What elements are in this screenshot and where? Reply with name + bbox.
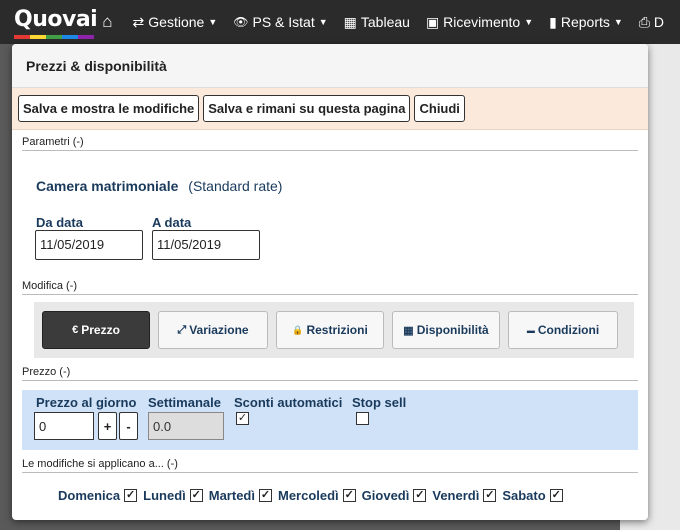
modify-tabs: € Prezzo ⤢ Variazione 🔒 Restrizioni ▦ Di…: [34, 302, 634, 358]
weekly-input: 0.0: [148, 412, 224, 440]
euro-icon: €: [72, 324, 79, 336]
nav-label: PS & Istat: [252, 14, 315, 30]
top-navbar: Quovai ⌂ ⇄ Gestione ▼ 👁 PS & Istat ▼ ▦ T…: [0, 0, 680, 44]
day-checkbox[interactable]: ✓: [258, 489, 272, 502]
tab-restrizioni[interactable]: 🔒 Restrizioni: [276, 311, 384, 349]
day-giovedi[interactable]: Giovedì ✓: [362, 488, 427, 503]
nav-label: Gestione: [148, 14, 205, 30]
comment-icon: ▬: [526, 325, 535, 335]
to-date-input[interactable]: 11/05/2019: [152, 230, 260, 260]
tab-prezzo[interactable]: € Prezzo: [42, 311, 150, 349]
day-sabato[interactable]: Sabato ✓: [502, 488, 563, 503]
prezzo-section-toggle[interactable]: Prezzo (-): [22, 366, 638, 381]
day-label: Sabato: [502, 488, 546, 503]
auto-discount-label: Sconti automatici: [234, 395, 343, 410]
modal-toolbar: Salva e mostra le modifiche Salva e rima…: [12, 88, 648, 130]
day-checkbox[interactable]: ✓: [342, 489, 356, 502]
room-name: Camera matrimoniale: [36, 178, 179, 194]
to-date-label: A data: [152, 215, 192, 230]
modifica-section-toggle[interactable]: Modifica (-): [22, 280, 638, 295]
price-per-day-input[interactable]: 0: [34, 412, 94, 440]
parametri-section-toggle[interactable]: Parametri (-): [22, 136, 638, 151]
rate-name: (Standard rate): [188, 178, 283, 194]
nav-label: Tableau: [360, 14, 410, 30]
day-checkbox[interactable]: ✓: [549, 489, 563, 502]
stop-sell-checkbox[interactable]: [356, 412, 369, 425]
nav-print-truncated[interactable]: ⎙ D: [639, 14, 664, 31]
price-panel: Prezzo al giorno 0 + - Settimanale 0.0 S…: [22, 390, 638, 450]
logo-stripe: [30, 35, 46, 39]
day-label: Venerdì: [432, 488, 480, 503]
logo[interactable]: Quovai: [12, 5, 98, 39]
nav-label: Reports: [560, 14, 610, 30]
close-button[interactable]: Chiudi: [414, 95, 465, 122]
logo-text: Quovai: [14, 7, 98, 32]
tab-disponibilita[interactable]: ▦ Disponibilità: [392, 311, 500, 349]
nav-reports[interactable]: ▮ Reports ▼: [549, 14, 623, 31]
stop-sell-label: Stop sell: [352, 395, 407, 410]
day-label: Lunedì: [143, 488, 186, 503]
decrement-button[interactable]: -: [119, 412, 138, 440]
swap-icon: ⇄: [132, 13, 145, 30]
caret-down-icon: ▼: [208, 17, 218, 27]
day-domenica[interactable]: Domenica ✓: [58, 488, 138, 503]
logo-color-bar: [14, 35, 94, 39]
home-icon: ⌂: [102, 12, 113, 31]
nav-gestione[interactable]: ⇄ Gestione ▼: [133, 14, 218, 31]
day-checkbox[interactable]: ✓: [483, 489, 497, 502]
logo-stripe: [62, 35, 78, 39]
nav-home[interactable]: ⌂: [102, 12, 116, 32]
from-date-label: Da data: [36, 215, 83, 230]
nav-tableau[interactable]: ▦ Tableau: [344, 14, 410, 31]
lock-icon: 🔒: [292, 324, 304, 335]
day-mercoledi[interactable]: Mercoledì ✓: [278, 488, 356, 503]
nav-ricevimento[interactable]: ▣ Ricevimento ▼: [426, 14, 533, 31]
auto-discount-checkbox[interactable]: ✓: [236, 412, 249, 425]
day-venerdi[interactable]: Venerdì ✓: [432, 488, 497, 503]
caret-down-icon: ▼: [318, 17, 328, 27]
briefcase-icon: ▣: [425, 13, 440, 30]
day-label: Martedì: [208, 488, 255, 503]
nav-menu: ⌂ ⇄ Gestione ▼ 👁 PS & Istat ▼ ▦ Tableau …: [102, 12, 680, 32]
tab-condizioni[interactable]: ▬ Condizioni: [508, 311, 618, 349]
room-heading: Camera matrimoniale (Standard rate): [36, 178, 282, 194]
day-lunedi[interactable]: Lunedì ✓: [143, 488, 203, 503]
calendar-icon: ▦: [343, 13, 357, 30]
applies-section-toggle[interactable]: Le modifiche si applicano a... (-): [22, 458, 638, 473]
day-label: Giovedì: [361, 488, 410, 503]
day-checkbox[interactable]: ✓: [413, 489, 427, 502]
price-per-day-label: Prezzo al giorno: [36, 395, 137, 410]
nav-label: Ricevimento: [443, 14, 521, 30]
modal-title: Prezzi & disponibilità: [12, 44, 648, 88]
price-availability-modal: Prezzi & disponibilità Salva e mostra le…: [12, 44, 648, 520]
save-and-show-button[interactable]: Salva e mostra le modifiche: [18, 95, 200, 122]
bar-chart-icon: ▮: [549, 13, 557, 30]
tab-label: Variazione: [189, 323, 249, 337]
tab-label: Restrizioni: [306, 323, 368, 337]
resize-icon: ⤢: [177, 323, 187, 336]
day-martedi[interactable]: Martedì ✓: [209, 488, 272, 503]
tab-variazione[interactable]: ⤢ Variazione: [158, 311, 268, 349]
caret-down-icon: ▼: [524, 17, 534, 27]
weekday-checkboxes: Domenica ✓ Lunedì ✓ Martedì ✓ Mercoledì ✓ Gi…: [58, 488, 569, 503]
weekly-label: Settimanale: [148, 395, 221, 410]
day-label: Mercoledì: [277, 488, 339, 503]
eye-icon: 👁: [233, 15, 249, 29]
day-label: Domenica: [58, 488, 121, 503]
increment-button[interactable]: +: [98, 412, 117, 440]
nav-ps-istat[interactable]: 👁 PS & Istat ▼: [233, 14, 327, 30]
print-icon: ⎙ D: [638, 13, 664, 30]
tab-label: Prezzo: [81, 323, 120, 337]
logo-stripe: [14, 35, 30, 39]
logo-stripe: [46, 35, 62, 39]
logo-stripe: [78, 35, 94, 39]
day-checkbox[interactable]: ✓: [189, 489, 203, 502]
save-and-stay-button[interactable]: Salva e rimani su questa pagina: [203, 95, 411, 122]
day-checkbox[interactable]: ✓: [124, 489, 138, 502]
tab-label: Disponibilità: [416, 323, 489, 337]
calendar-icon: ▦: [403, 324, 414, 337]
tab-label: Condizioni: [537, 323, 600, 337]
caret-down-icon: ▼: [613, 17, 623, 27]
from-date-input[interactable]: 11/05/2019: [35, 230, 143, 260]
